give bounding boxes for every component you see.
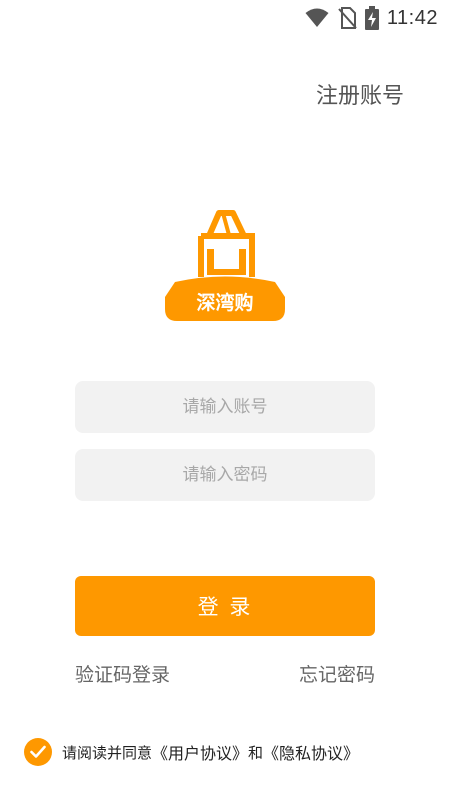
agreement-row: 请阅读并同意 《用户协议》 和 《隐私协议》 [24,738,359,766]
sms-login-link[interactable]: 验证码登录 [75,660,170,687]
agreement-checkbox[interactable] [24,738,52,766]
forgot-password-link[interactable]: 忘记密码 [299,660,375,687]
login-button-label: 登 录 [197,595,253,619]
status-time: 11:42 [386,6,438,29]
logo-text: 深湾购 [196,291,253,314]
user-agreement-link[interactable]: 《用户协议》 [152,740,248,764]
battery-charging-icon [364,6,379,30]
wifi-icon [305,8,329,27]
login-button[interactable]: 登 录 [75,576,375,636]
register-link[interactable]: 注册账号 [316,78,404,110]
status-icons: 11:42 [305,6,438,30]
checkmark-icon [30,745,46,758]
agreement-and: 和 [248,743,264,762]
agreement-prefix: 请阅读并同意 [62,743,153,762]
password-input[interactable] [75,449,375,501]
status-bar: 11:42 [0,0,450,36]
privacy-policy-link[interactable]: 《隐私协议》 [263,740,359,764]
no-sim-icon [338,7,357,29]
app-logo: 深湾购 [165,210,285,321]
account-input[interactable] [75,381,375,433]
